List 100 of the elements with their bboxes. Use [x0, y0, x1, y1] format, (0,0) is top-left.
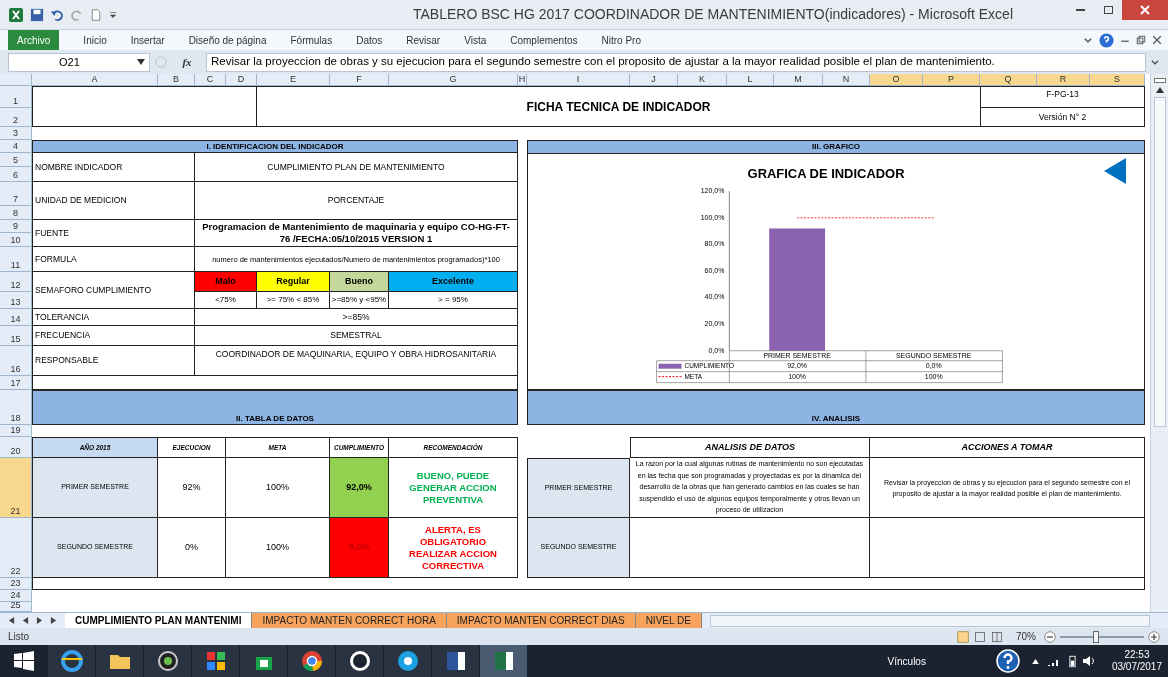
zoom-out-icon[interactable] — [1044, 630, 1056, 643]
word-icon[interactable] — [432, 645, 480, 677]
row-header[interactable]: 15 — [0, 326, 32, 346]
scroll-up-icon[interactable] — [1155, 87, 1164, 93]
undo-icon[interactable] — [50, 7, 64, 22]
speaker-icon[interactable] — [1081, 655, 1096, 667]
page-layout-icon[interactable] — [973, 630, 987, 643]
semaforo-threshold: > = 95% — [389, 292, 518, 309]
zoom-thumb[interactable] — [1093, 630, 1100, 643]
row-header[interactable]: 11 — [0, 247, 32, 272]
column-header[interactable]: Q — [980, 74, 1037, 86]
close-button[interactable] — [1122, 0, 1168, 20]
row-header[interactable]: 23 — [0, 578, 32, 590]
row-header[interactable]: 24 — [0, 590, 32, 602]
column-header[interactable]: E — [257, 74, 330, 86]
row-header[interactable]: 19 — [0, 425, 32, 437]
column-header[interactable]: O — [870, 74, 923, 86]
column-header[interactable]: G — [389, 74, 518, 86]
ribbon-tab[interactable]: Revisar — [394, 30, 453, 50]
save-icon[interactable] — [30, 7, 44, 22]
row-header[interactable]: 8 — [0, 206, 32, 220]
ribbon-tab[interactable]: Insertar — [118, 30, 177, 50]
formula-input[interactable]: Revisar la proyeccion de obras y su ejecucion para el segundo semestre con el proposito de ajustar a la mayor realidad posible el plan de mantenimiento. — [206, 52, 1146, 72]
column-header[interactable]: R — [1037, 74, 1090, 86]
row-header[interactable]: 13 — [0, 292, 32, 309]
page-break-icon[interactable] — [990, 630, 1004, 643]
chrome-icon[interactable] — [288, 645, 336, 677]
row-header[interactable]: 2 — [0, 108, 32, 127]
field-value: SEMESTRAL — [195, 326, 518, 346]
browser-icon[interactable] — [48, 645, 96, 677]
circle-app-icon[interactable] — [336, 645, 384, 677]
column-header[interactable]: B — [158, 74, 195, 86]
ribbon-tab[interactable]: Diseño de página — [176, 30, 279, 50]
column-header[interactable]: K — [678, 74, 727, 86]
split-handle[interactable] — [1153, 78, 1166, 83]
field-value: PORCENTAJE — [195, 182, 518, 220]
clock-date[interactable]: 03/07/2017 — [1111, 661, 1162, 673]
section-header: IV. ANALISIS — [527, 390, 1145, 425]
row-header[interactable]: 9 — [0, 220, 32, 233]
zoom-in-icon[interactable] — [1148, 630, 1160, 643]
row-header[interactable]: 5 — [0, 153, 32, 167]
name-box[interactable]: O21 — [8, 52, 150, 72]
ribbon-tab[interactable]: Vista — [452, 30, 499, 50]
zoom-level[interactable]: 70% — [1016, 629, 1036, 644]
row-header[interactable]: 10 — [0, 233, 32, 247]
row-header[interactable]: 21 — [0, 458, 32, 518]
row-header[interactable]: 16 — [0, 346, 32, 376]
spreadsheet-icon[interactable] — [480, 645, 528, 677]
ribbon-tab[interactable]: Nitro Pro — [589, 30, 653, 50]
row-header[interactable]: 6 — [0, 167, 32, 182]
field-value: COORDINADOR DE MAQUINARIA, EQUIPO Y OBRA HIDROSANITARIA — [195, 346, 518, 376]
column-header[interactable]: L — [727, 74, 774, 86]
column-header[interactable]: I — [527, 74, 630, 86]
help-icon[interactable] — [995, 649, 1020, 673]
row-header[interactable]: 14 — [0, 309, 32, 326]
triangle-icon[interactable] — [1104, 158, 1126, 184]
horizontal-scrollbar[interactable] — [709, 614, 1150, 627]
column-header[interactable]: A — [32, 74, 158, 86]
expand-formula-icon[interactable] — [1150, 57, 1160, 67]
puzzle-icon[interactable] — [192, 645, 240, 677]
column-header[interactable]: F — [330, 74, 389, 86]
column-header[interactable]: M — [774, 74, 823, 86]
column-header[interactable]: J — [630, 74, 678, 86]
insert-function-button[interactable]: fx — [172, 52, 202, 72]
toolbar-label[interactable]: Vínculos — [887, 653, 926, 669]
ribbon-tab[interactable]: Fórmulas — [278, 30, 345, 50]
store-icon[interactable] — [240, 645, 288, 677]
field-label: UNIDAD DE MEDICION — [32, 182, 195, 220]
row-header[interactable]: 3 — [0, 127, 32, 140]
ribbon-tab[interactable]: Datos — [344, 30, 395, 50]
row-header[interactable]: 12 — [0, 272, 32, 292]
row-header[interactable]: 17 — [0, 376, 32, 390]
close-icon[interactable] — [1152, 35, 1162, 45]
vertical-scrollbar[interactable] — [1150, 74, 1168, 612]
sheet-tab[interactable]: IMPACTO MANTEN CORRECT DIAS — [446, 612, 636, 629]
battery-icon[interactable] — [1068, 654, 1076, 668]
column-header[interactable]: H — [518, 74, 527, 86]
scrollbar-thumb[interactable] — [1153, 97, 1166, 427]
chat-app-icon[interactable] — [384, 645, 432, 677]
new-document-icon[interactable] — [90, 7, 102, 22]
column-header[interactable]: D — [226, 74, 257, 86]
sheet-tab[interactable]: NIVEL DE — [635, 612, 702, 629]
folder-icon[interactable] — [96, 645, 144, 677]
ribbon-tab[interactable]: Inicio — [71, 30, 119, 50]
ribbon-tab[interactable]: Archivo — [8, 30, 60, 50]
sheet-tab[interactable]: IMPACTO MANTEN CORRECT HORA — [252, 612, 447, 629]
ribbon-tab[interactable]: Complementos — [498, 30, 590, 50]
camera-icon[interactable] — [144, 645, 192, 677]
ribbon-collapse-icon[interactable] — [1083, 35, 1093, 45]
semaforo-threshold: >=85% y <95% — [330, 292, 389, 309]
field-label: FORMULA — [32, 247, 195, 272]
column-header[interactable]: P — [923, 74, 980, 86]
clock-time[interactable]: 22:53 — [1124, 649, 1150, 661]
row-header[interactable]: 7 — [0, 182, 32, 206]
restore-icon[interactable] — [1136, 35, 1146, 45]
sheet-tab[interactable]: CUMPLIMIENTO PLAN MANTENIMI — [65, 612, 253, 629]
row-header[interactable]: 1 — [0, 86, 32, 108]
tray-arrow-icon[interactable] — [1031, 658, 1039, 664]
column-header[interactable]: C — [195, 74, 226, 86]
column-header[interactable]: S — [1090, 74, 1145, 86]
